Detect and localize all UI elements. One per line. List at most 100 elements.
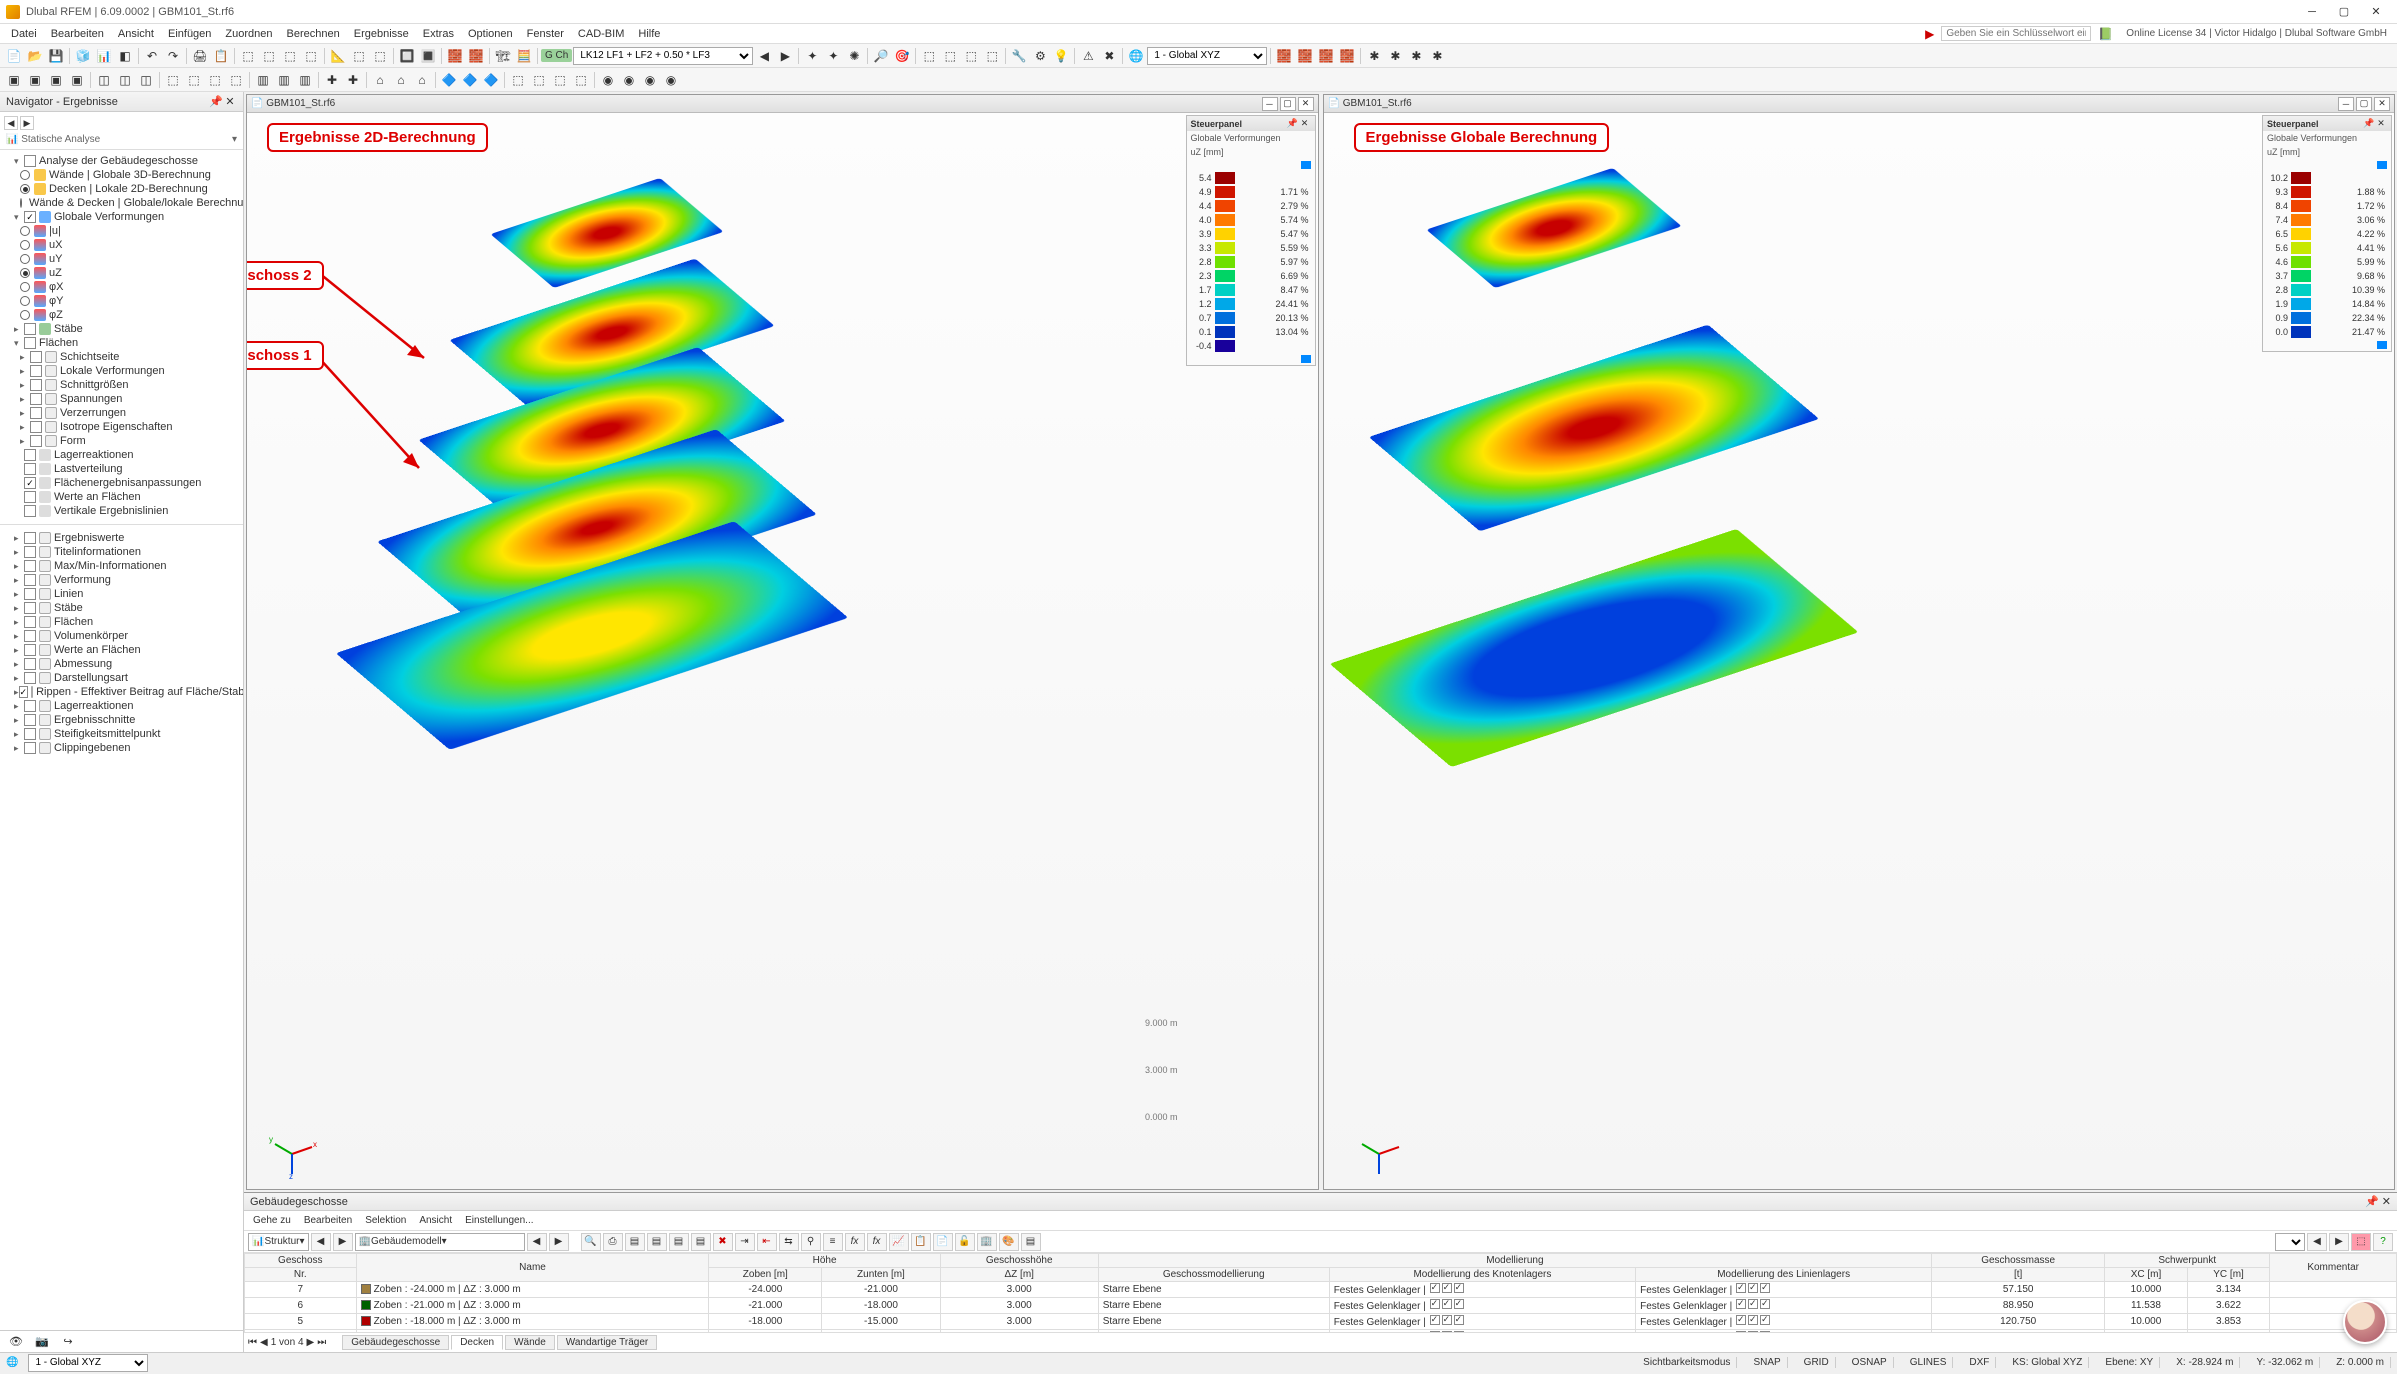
floors-tb-delete-icon[interactable]: ✖ [713,1233,733,1251]
tree-item[interactable]: Flächenergebnisanpassungen [0,476,243,490]
nav-bottom-tab-eye-icon[interactable]: 👁 [6,1334,26,1350]
floors-tab[interactable]: Decken [451,1335,503,1350]
tree-item[interactable]: ▸Lagerreaktionen [0,699,243,713]
toolbar-icon[interactable]: 🧮 [514,46,534,66]
toolbar-icon[interactable]: ▣ [25,70,45,90]
toolbar-icon[interactable]: 📂 [25,46,45,66]
menu-optionen[interactable]: Optionen [461,26,520,42]
toolbar-icon[interactable]: ▶ [775,46,795,66]
toolbar-icon[interactable]: ✚ [322,70,342,90]
floors-btn-prev[interactable]: ◀ [311,1233,331,1251]
toolbar-icon[interactable]: ⬚ [508,70,528,90]
floors-tb-icon[interactable]: ◀ [2307,1233,2327,1251]
floors-tb-icon[interactable]: ≡ [823,1233,843,1251]
toolbar-icon[interactable]: 🔳 [418,46,438,66]
toolbar-icon[interactable]: ▥ [253,70,273,90]
tree-item[interactable]: ▸Schnittgrößen [0,378,243,392]
floors-tb-icon[interactable]: 🎨 [999,1233,1019,1251]
floors-tab[interactable]: Wände [505,1335,555,1350]
view-close-button[interactable]: ✕ [1298,97,1314,111]
floors-tb-icon[interactable]: ▤ [691,1233,711,1251]
toolbar-icon[interactable]: 🌐 [1126,46,1146,66]
tree-item[interactable]: ▸Darstellungsart [0,671,243,685]
steuerpanel-close-icon[interactable]: ✕ [2375,118,2387,129]
toolbar-icon[interactable]: 🧊 [73,46,93,66]
toolbar-icon[interactable]: 🧱 [466,46,486,66]
menu-berechnen[interactable]: Berechnen [280,26,347,42]
toolbar-icon[interactable]: ▥ [295,70,315,90]
toolbar-icon[interactable]: ▣ [4,70,24,90]
tree-item[interactable]: ▸Verformung [0,573,243,587]
toolbar-icon[interactable]: ⬚ [961,46,981,66]
floors-tb-icon[interactable]: ▤ [1021,1233,1041,1251]
toolbar-icon[interactable]: ⬚ [982,46,1002,66]
floors-menu-gehezu[interactable]: Gehe zu [248,1214,296,1227]
pager-last[interactable]: ⏭ [317,1337,326,1348]
status-coord-select[interactable]: 1 - Global XYZ [28,1354,148,1372]
toolbar-icon[interactable]: ✱ [1385,46,1405,66]
tree-item[interactable]: Vertikale Ergebnislinien [0,504,243,518]
floors-tb-icon[interactable]: ⇤ [757,1233,777,1251]
floors-menu-einstellungen[interactable]: Einstellungen... [460,1214,538,1227]
toolbar-icon[interactable]: 🏗 [493,46,513,66]
table-row[interactable]: 7 Zoben : -24.000 m | ΔZ : 3.000 m -24.0… [245,1282,2397,1298]
toolbar-icon[interactable]: 🔧 [1009,46,1029,66]
toolbar-icon[interactable]: ⬚ [370,46,390,66]
menu-cadbim[interactable]: CAD-BIM [571,26,631,42]
tree-item[interactable]: uZ [0,266,243,280]
steuerpanel-pin-icon[interactable]: 📌 [2363,118,2375,129]
steuerpanel-pin-icon[interactable]: 📌 [1287,118,1299,129]
toolbar-icon[interactable]: 🧱 [445,46,465,66]
toolbar-icon[interactable]: ⚠ [1078,46,1098,66]
menu-hilfe[interactable]: Hilfe [631,26,667,42]
toolbar-icon[interactable]: 🧱 [1316,46,1336,66]
floors-combo-struktur[interactable]: 📊 Struktur ▾ [248,1233,309,1251]
nav-bottom-tab-arrow-icon[interactable]: ↪ [58,1334,78,1350]
tree-item[interactable]: ▸Form [0,434,243,448]
tree-item[interactable]: ▸Verzerrungen [0,406,243,420]
analysis-type-label[interactable]: Statische Analyse [21,134,100,145]
toolbar-icon[interactable]: ◉ [640,70,660,90]
toolbar-icon[interactable]: ◉ [619,70,639,90]
tree-item[interactable]: Wände & Decken | Globale/lokale Berechnu… [0,196,243,210]
toolbar-icon[interactable]: ⬚ [550,70,570,90]
floors-tb-icon[interactable]: fx [867,1233,887,1251]
toolbar-icon[interactable]: ⬚ [226,70,246,90]
navigator-close-icon[interactable]: ✕ [223,95,237,108]
tree-item[interactable]: ▸Rippen - Effektiver Beitrag auf Fläche/… [0,685,243,699]
tree-item[interactable]: ▸Stäbe [0,322,243,336]
toolbar-icon[interactable]: ✺ [844,46,864,66]
toolbar-icon[interactable]: 📊 [94,46,114,66]
toolbar-icon[interactable]: ⬚ [163,70,183,90]
toolbar-icon[interactable]: 🎯 [892,46,912,66]
floors-tb-icon[interactable]: ▶ [2329,1233,2349,1251]
toolbar-icon[interactable]: ▥ [274,70,294,90]
pager-first[interactable]: ⏮ [248,1337,257,1348]
floors-tb-select[interactable] [2275,1233,2305,1251]
toolbar-icon[interactable]: ⬚ [301,46,321,66]
menu-bearbeiten[interactable]: Bearbeiten [44,26,111,42]
tree-item[interactable]: ▸Lokale Verformungen [0,364,243,378]
toolbar-icon[interactable]: ↷ [163,46,183,66]
assistant-avatar[interactable] [2343,1300,2387,1344]
toolbar-icon[interactable]: ◫ [94,70,114,90]
floors-tb-icon[interactable]: ▤ [647,1233,667,1251]
toolbar-icon[interactable]: ↶ [142,46,162,66]
toolbar-icon[interactable]: ◉ [661,70,681,90]
view-minimize-button[interactable]: ─ [1262,97,1278,111]
menu-fenster[interactable]: Fenster [520,26,571,42]
toolbar-icon[interactable]: 🔲 [397,46,417,66]
floors-btn-next2[interactable]: ▶ [549,1233,569,1251]
tree-item[interactable]: uY [0,252,243,266]
toolbar-icon[interactable]: ✦ [802,46,822,66]
floors-panel-close-icon[interactable]: ✕ [2382,1195,2391,1208]
toolbar-icon[interactable]: ⬚ [940,46,960,66]
menu-ansicht[interactable]: Ansicht [111,26,161,42]
toolbar-icon[interactable]: ▣ [67,70,87,90]
floors-menu-bearbeiten[interactable]: Bearbeiten [299,1214,357,1227]
steuerpanel-close-icon[interactable]: ✕ [1299,118,1311,129]
toolbar-icon[interactable]: ⚙ [1030,46,1050,66]
floors-tab[interactable]: Wandartige Träger [557,1335,657,1350]
toolbar-icon[interactable]: 📐 [328,46,348,66]
status-grid[interactable]: GRID [1798,1357,1836,1368]
